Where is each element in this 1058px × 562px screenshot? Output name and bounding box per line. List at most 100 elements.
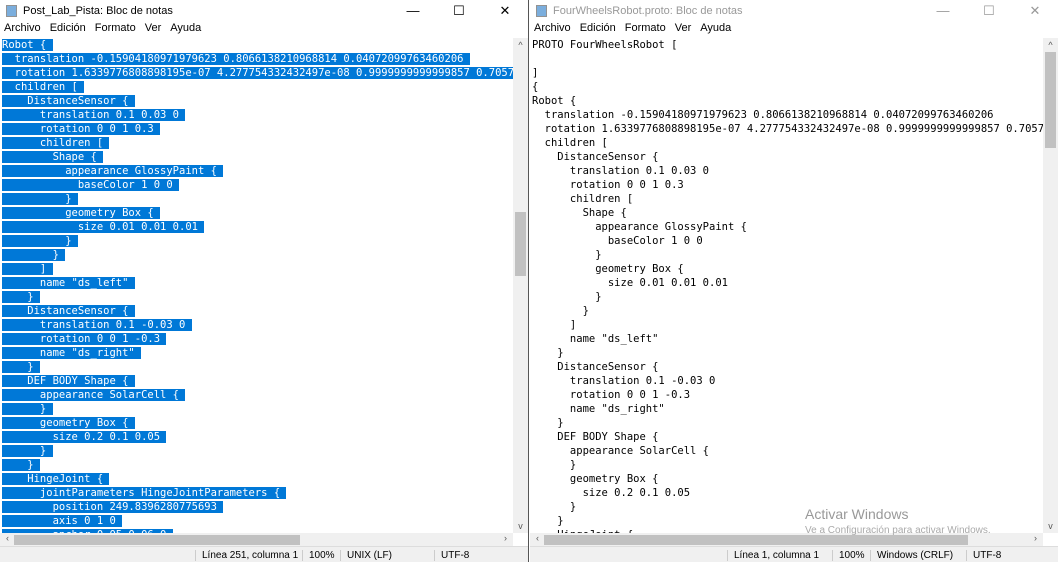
text-line: children [ [532,192,1043,206]
menu-ayuda[interactable]: Ayuda [700,22,731,38]
text-line: DistanceSensor { [2,94,513,108]
line-text: } [2,235,78,247]
line-text: DistanceSensor { [2,95,135,107]
text-editor[interactable]: PROTO FourWheelsRobot [] {Robot { transla… [530,38,1043,533]
close-button[interactable]: ✕ [1012,3,1058,19]
window-title: FourWheelsRobot.proto: Bloc de notas [553,5,743,17]
line-text: } [532,515,564,527]
line-text: translation 0.1 -0.03 0 [2,319,192,331]
cursor-position: Línea 251, columna 1 [195,550,298,561]
notepad-icon [6,5,17,17]
line-text: axis 0 1 0 [2,515,123,527]
text-line: size 0.2 0.1 0.05 [2,430,513,444]
line-text: baseColor 1 0 0 [532,235,703,247]
text-line: children [ [532,136,1043,150]
text-line: } [532,290,1043,304]
close-button[interactable]: ✕ [482,3,528,19]
scroll-up-icon[interactable]: ^ [1043,40,1058,50]
notepad-window-right: FourWheelsRobot.proto: Bloc de notas — ☐ ✕… [530,0,1058,562]
line-text: children [ [532,193,634,205]
menu-edición[interactable]: Edición [580,22,616,38]
text-line: } [2,360,513,374]
maximize-button[interactable]: ☐ [966,3,1012,19]
text-line: Shape { [532,206,1043,220]
menu-ver[interactable]: Ver [675,22,692,38]
text-line: name "ds_right" [2,346,513,360]
minimize-button[interactable]: — [920,3,966,19]
status-bar: Línea 251, columna 1 100% UNIX (LF) UTF-… [0,546,528,562]
text-line: appearance GlossyPaint { [2,164,513,178]
text-line: name "ds_left" [532,332,1043,346]
text-line: appearance SolarCell { [532,444,1043,458]
text-line: rotation 1.6339776808898195e-07 4.277754… [2,66,513,80]
horizontal-scrollbar[interactable]: ‹ › [0,533,513,547]
text-line: children [ [2,136,513,150]
minimize-button[interactable]: — [390,3,436,19]
scroll-left-icon[interactable]: ‹ [0,533,15,543]
scroll-thumb[interactable] [515,212,526,276]
scroll-thumb[interactable] [14,535,300,545]
menu-bar: Archivo Edición Formato Ver Ayuda [0,22,528,38]
text-line: axis 0 1 0 [2,514,513,528]
text-line: translation -0.15904180971979623 0.80661… [532,108,1043,122]
window-title: Post_Lab_Pista: Bloc de notas [23,5,173,17]
menu-archivo[interactable]: Archivo [534,22,571,38]
line-text: appearance GlossyPaint { [2,165,224,177]
text-line: } [532,416,1043,430]
scroll-thumb[interactable] [1045,52,1056,148]
text-line: Robot { [532,94,1043,108]
text-line: ] [532,66,1043,80]
scroll-right-icon[interactable]: › [498,533,513,543]
scroll-right-icon[interactable]: › [1028,533,1043,543]
line-text: } [2,361,40,373]
line-text: children [ [532,137,608,149]
line-text: DistanceSensor { [532,361,659,373]
line-text: DEF BODY Shape { [532,431,659,443]
menu-archivo[interactable]: Archivo [4,22,41,38]
text-line: rotation 1.6339776808898195e-07 4.277754… [532,122,1043,136]
text-line: size 0.2 0.1 0.05 [532,486,1043,500]
line-text: geometry Box { [532,473,659,485]
scroll-left-icon[interactable]: ‹ [530,533,545,543]
line-text: } [532,459,577,471]
line-text: geometry Box { [532,263,684,275]
line-ending: UNIX (LF) [340,550,392,561]
menu-formato[interactable]: Formato [95,22,136,38]
line-text: appearance SolarCell { [2,389,186,401]
vertical-scrollbar[interactable]: ^ v [1043,38,1058,533]
text-line: } [2,402,513,416]
text-line: translation 0.1 -0.03 0 [532,374,1043,388]
line-text: geometry Box { [2,207,161,219]
text-line: } [2,234,513,248]
text-line [532,52,1043,66]
line-text: translation 0.1 0.03 0 [2,109,186,121]
line-ending: Windows (CRLF) [870,550,953,561]
menu-ver[interactable]: Ver [145,22,162,38]
line-text: appearance SolarCell { [532,445,710,457]
text-line: rotation 0 0 1 0.3 [532,178,1043,192]
text-line: } [532,346,1043,360]
text-line: } [532,304,1043,318]
text-line: Robot { [2,38,513,52]
vertical-scrollbar[interactable]: ^ v [513,38,528,533]
text-line: ] [532,318,1043,332]
scroll-down-icon[interactable]: v [1043,521,1058,531]
scroll-up-icon[interactable]: ^ [513,40,528,50]
text-line: geometry Box { [532,262,1043,276]
text-line: HingeJoint { [2,472,513,486]
notepad-icon [536,5,547,17]
menu-formato[interactable]: Formato [625,22,666,38]
line-text: baseColor 1 0 0 [2,179,180,191]
text-line: translation -0.15904180971979623 0.80661… [2,52,513,66]
maximize-button[interactable]: ☐ [436,3,482,19]
text-editor[interactable]: Robot { translation -0.15904180971979623… [0,38,513,533]
text-line: rotation 0 0 1 0.3 [2,122,513,136]
scroll-thumb[interactable] [544,535,968,545]
menu-edición[interactable]: Edición [50,22,86,38]
text-line: translation 0.1 0.03 0 [2,108,513,122]
scroll-down-icon[interactable]: v [513,521,528,531]
text-line: size 0.01 0.01 0.01 [2,220,513,234]
menu-ayuda[interactable]: Ayuda [170,22,201,38]
zoom-level: 100% [832,550,865,561]
line-text: } [532,347,564,359]
